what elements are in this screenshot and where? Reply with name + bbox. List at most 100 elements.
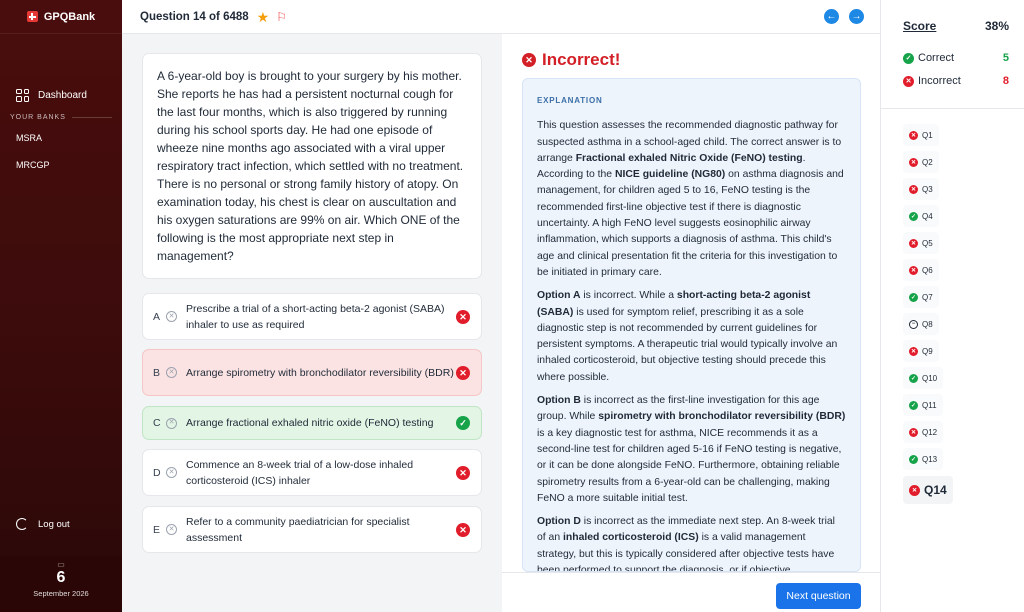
question-nav-label: Q12 bbox=[922, 427, 938, 437]
option-e[interactable]: E ✕ Refer to a community paediatrician f… bbox=[142, 506, 482, 553]
question-nav-item[interactable]: ✕ Q6 bbox=[903, 259, 939, 281]
option-a[interactable]: A ✕ Prescribe a trial of a short-acting … bbox=[142, 293, 482, 340]
incorrect-icon: ✕ bbox=[909, 130, 918, 140]
option-text: Commence an 8-week trial of a low-dose i… bbox=[186, 458, 414, 487]
date-widget: ▭ 6 September 2026 bbox=[0, 556, 122, 612]
option-text: Arrange fractional exhaled nitric oxide … bbox=[186, 417, 434, 429]
eliminate-icon[interactable]: ✕ bbox=[166, 467, 177, 478]
sidebar: GPQBank Dashboard YOUR BANKS MSRA MRCGP … bbox=[0, 0, 122, 612]
question-nav-item[interactable]: ✓ Q13 bbox=[903, 448, 944, 470]
flag-icon[interactable]: ⚐ bbox=[276, 10, 287, 24]
brand[interactable]: GPQBank bbox=[0, 0, 122, 34]
incorrect-stat: ✕ Incorrect 8 bbox=[903, 75, 1009, 87]
sidebar-item-mrcgp[interactable]: MRCGP bbox=[0, 152, 122, 179]
calendar-icon: ▭ bbox=[57, 560, 65, 569]
incorrect-icon: ✕ bbox=[909, 238, 918, 248]
explanation-box[interactable]: EXPLANATION This question assesses the r… bbox=[522, 78, 861, 572]
incorrect-icon: ✕ bbox=[456, 522, 470, 537]
incorrect-icon: ✕ bbox=[909, 157, 918, 167]
question-nav-label: Q13 bbox=[922, 454, 938, 464]
logout-label: Log out bbox=[38, 518, 70, 530]
score-percent: 38% bbox=[984, 19, 1009, 33]
eliminate-icon[interactable]: ✕ bbox=[166, 311, 177, 322]
next-question-arrow-button[interactable]: → bbox=[849, 9, 864, 24]
correct-count: 5 bbox=[1002, 52, 1009, 64]
eliminate-icon[interactable]: ✕ bbox=[166, 524, 177, 535]
option-text: Refer to a community paediatrician for s… bbox=[186, 515, 410, 544]
incorrect-icon: ✕ bbox=[909, 184, 918, 194]
incorrect-icon: ✕ bbox=[909, 484, 920, 496]
correct-icon: ✓ bbox=[903, 52, 914, 64]
section-label: YOUR BANKS bbox=[0, 114, 122, 121]
question-nav-item[interactable]: ✕ Q9 bbox=[903, 340, 939, 362]
logout-button[interactable]: Log out bbox=[16, 518, 70, 530]
divider bbox=[881, 108, 1024, 109]
result-label: Incorrect! bbox=[542, 50, 621, 69]
brand-logo-icon bbox=[26, 11, 38, 22]
option-text: Prescribe a trial of a short-acting beta… bbox=[186, 302, 445, 331]
option-letter: C bbox=[153, 417, 161, 429]
incorrect-icon: ✕ bbox=[456, 365, 470, 380]
question-nav-label: Q14 bbox=[924, 483, 947, 497]
question-nav-item[interactable]: ✕ Q2 bbox=[903, 151, 939, 173]
correct-icon: ✓ bbox=[909, 211, 918, 221]
question-nav-label: Q11 bbox=[922, 400, 937, 410]
next-question-button[interactable]: Next question bbox=[776, 583, 861, 609]
option-letter: E bbox=[153, 523, 161, 536]
correct-icon: ✓ bbox=[909, 373, 918, 383]
explanation-paragraph: Option A is incorrect. While a short-act… bbox=[537, 290, 838, 383]
brand-name: GPQBank bbox=[43, 10, 96, 23]
correct-icon: ✓ bbox=[909, 400, 918, 410]
question-nav-label: Q3 bbox=[922, 184, 933, 194]
star-icon[interactable]: ★ bbox=[257, 10, 270, 24]
question-nav-label: Q7 bbox=[922, 292, 933, 302]
dashboard-icon bbox=[16, 88, 29, 102]
result-banner: ✕ Incorrect! bbox=[522, 50, 620, 70]
score-row: Score 38% bbox=[903, 19, 1009, 33]
question-nav-item[interactable]: ✓ Q11 bbox=[903, 394, 943, 416]
sidebar-item-dashboard[interactable]: Dashboard bbox=[0, 82, 122, 108]
correct-icon: ✓ bbox=[909, 292, 918, 302]
sidebar-item-msra[interactable]: MSRA bbox=[0, 125, 122, 152]
correct-icon: ✓ bbox=[456, 416, 470, 430]
incorrect-icon: ✕ bbox=[456, 309, 470, 324]
question-nav-label: Q5 bbox=[922, 238, 933, 248]
option-letter: D bbox=[153, 466, 161, 479]
question-nav-item[interactable]: ✕ Q5 bbox=[903, 232, 939, 254]
question-nav-item[interactable]: ✓ Q10 bbox=[903, 367, 944, 389]
question-nav-item[interactable]: ✓ Q7 bbox=[903, 286, 939, 308]
correct-icon: ✓ bbox=[909, 454, 918, 464]
incorrect-label: Incorrect bbox=[918, 75, 961, 87]
explanation-heading: EXPLANATION bbox=[537, 96, 603, 105]
question-nav-item[interactable]: ✕ Q1 bbox=[903, 124, 939, 146]
eliminate-icon[interactable]: ✕ bbox=[166, 367, 177, 378]
correct-stat: ✓ Correct 5 bbox=[903, 52, 1009, 64]
question-nav-item[interactable]: ✕ Q12 bbox=[903, 421, 944, 443]
score-label[interactable]: Score bbox=[903, 19, 936, 33]
score-panel: Score 38% ✓ Correct 5 ✕ Incorrect 8 ✕ Q1 ✕ Q2… bbox=[880, 0, 1024, 612]
question-nav-label: Q10 bbox=[922, 373, 938, 383]
option-letter: B bbox=[153, 366, 161, 379]
question-nav-item[interactable]: − Q8 bbox=[903, 313, 939, 335]
incorrect-icon: ✕ bbox=[909, 346, 918, 356]
option-d[interactable]: D ✕ Commence an 8-week trial of a low-do… bbox=[142, 449, 482, 496]
option-b[interactable]: B ✕ Arrange spirometry with bronchodilat… bbox=[142, 349, 482, 396]
question-nav-item[interactable]: ✕ Q3 bbox=[903, 178, 939, 200]
incorrect-icon: ✕ bbox=[522, 53, 536, 67]
skipped-icon: − bbox=[909, 319, 918, 329]
incorrect-icon: ✕ bbox=[909, 427, 918, 437]
previous-question-button[interactable]: ← bbox=[824, 9, 839, 24]
explanation-paragraph: Option D is incorrect as the immediate n… bbox=[537, 516, 835, 572]
logout-icon bbox=[16, 518, 28, 530]
option-c[interactable]: C ✕ Arrange fractional exhaled nitric ox… bbox=[142, 406, 482, 440]
eliminate-icon[interactable]: ✕ bbox=[166, 417, 177, 429]
question-nav-item[interactable]: ✓ Q4 bbox=[903, 205, 939, 227]
question-nav-label: Q8 bbox=[922, 319, 933, 329]
sidebar-item-label: Dashboard bbox=[38, 89, 87, 101]
incorrect-icon: ✕ bbox=[909, 265, 918, 275]
correct-label: Correct bbox=[918, 52, 955, 64]
topbar: Question 14 of 6488 ★ ⚐ ← → bbox=[122, 0, 880, 34]
question-nav-item[interactable]: ✕ Q14 bbox=[903, 476, 953, 504]
incorrect-icon: ✕ bbox=[456, 465, 470, 480]
explanation-paragraph: This question assesses the recommended d… bbox=[537, 120, 844, 278]
